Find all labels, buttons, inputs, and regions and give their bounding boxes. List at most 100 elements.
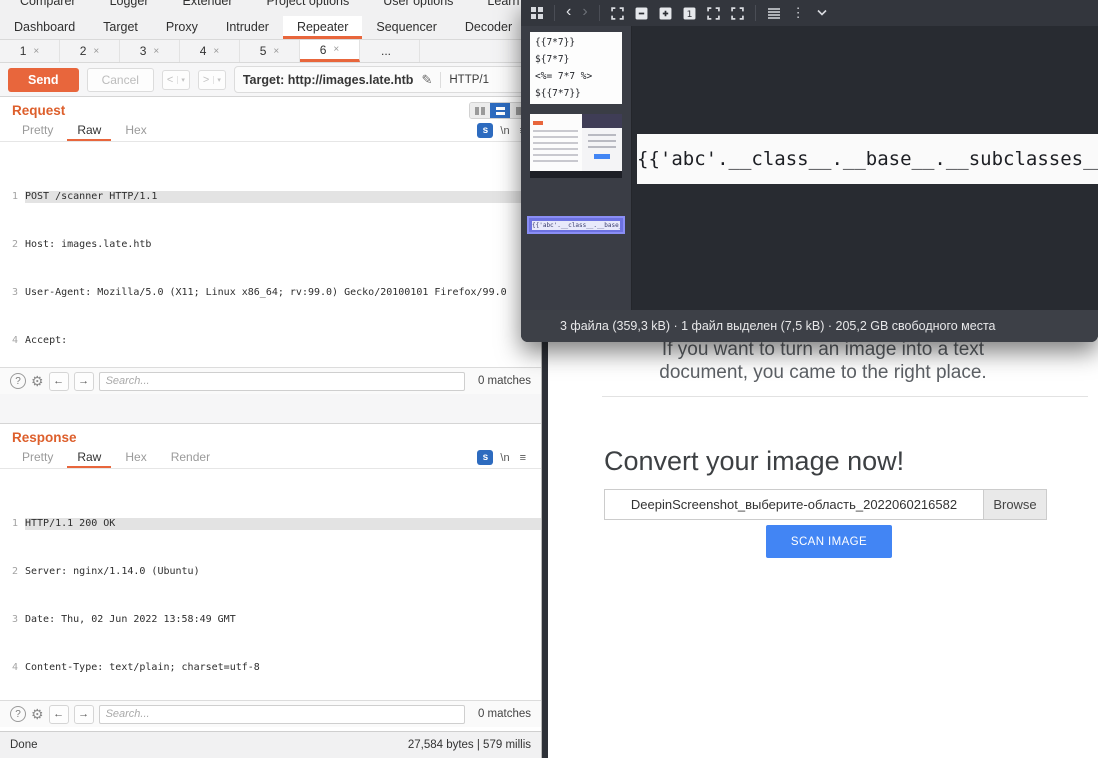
more-options-icon[interactable]: ⋮ bbox=[792, 5, 805, 21]
scan-image-button[interactable]: SCAN IMAGE bbox=[766, 525, 892, 558]
menu-icon[interactable]: ≡ bbox=[517, 452, 529, 464]
module-tab[interactable]: Sequencer bbox=[362, 16, 450, 39]
match-count: 0 matches bbox=[478, 375, 531, 387]
repeater-tab[interactable]: 6× bbox=[300, 40, 360, 62]
back-icon[interactable]: ‹ bbox=[566, 4, 571, 20]
repeater-tab[interactable]: 3× bbox=[120, 40, 180, 62]
module-tab[interactable]: Proxy bbox=[152, 16, 212, 39]
fit-window-icon[interactable] bbox=[707, 7, 720, 20]
file-count-status: 3 файла (359,3 kB) · 1 файл выделен (7,5… bbox=[560, 319, 996, 333]
response-editor[interactable]: 1HTTP/1.1 200 OK 2Server: nginx/1.14.0 (… bbox=[0, 469, 541, 700]
view-tab[interactable]: Pretty bbox=[12, 121, 63, 141]
beautify-icon[interactable]: s bbox=[477, 450, 493, 465]
help-icon[interactable]: ? bbox=[10, 706, 26, 722]
status-done: Done bbox=[10, 739, 38, 751]
burp-top-tab-row: Comparer Logger Extender Project options Use… bbox=[0, 0, 541, 16]
burp-top-tab[interactable]: User options bbox=[383, 0, 453, 10]
repeater-tab[interactable]: 1× bbox=[0, 40, 60, 62]
view-tab[interactable]: Hex bbox=[115, 121, 156, 141]
response-panel: Response PrettyRawHexRender s \n ≡ 1HTTP… bbox=[0, 423, 541, 731]
repeater-tab[interactable]: ... bbox=[360, 40, 420, 62]
code-line: 1HTTP/1.1 200 OK bbox=[0, 518, 541, 530]
forward-icon[interactable]: › bbox=[582, 4, 587, 20]
burp-top-tab[interactable]: Project options bbox=[267, 0, 350, 10]
close-icon[interactable]: × bbox=[93, 46, 99, 57]
fullscreen-icon[interactable] bbox=[611, 7, 624, 20]
burp-module-tab-row: DashboardTargetProxyIntruderRepeaterSequ… bbox=[0, 16, 541, 40]
module-tab[interactable]: Dashboard bbox=[0, 16, 89, 39]
thumbnail-selected-payload[interactable]: {{'abc'.__class__.__base__.__subclasses_… bbox=[527, 216, 625, 234]
request-panel: Request PrettyRawHex s \n ≡ 1POST /scann… bbox=[0, 96, 541, 393]
view-tab[interactable]: Hex bbox=[115, 448, 156, 468]
request-view-tabs: PrettyRawHex s \n ≡ bbox=[0, 120, 541, 142]
file-name-value[interactable]: DeepinScreenshot_выберите-область_202206… bbox=[605, 490, 983, 519]
zoom-100-icon[interactable]: 1 bbox=[683, 7, 696, 20]
code-line: 1POST /scanner HTTP/1.1 bbox=[0, 191, 541, 203]
thumbnail-screenshot[interactable] bbox=[530, 114, 622, 178]
repeater-tab[interactable]: 5× bbox=[240, 40, 300, 62]
burp-top-tab[interactable]: Learn bbox=[487, 0, 519, 10]
module-tab[interactable]: Decoder bbox=[451, 16, 526, 39]
send-button[interactable]: Send bbox=[8, 68, 79, 92]
search-next-button[interactable]: → bbox=[74, 705, 94, 724]
response-search-bar: ? ⚙ ← → 0 matches bbox=[0, 700, 541, 727]
close-icon[interactable]: × bbox=[333, 44, 339, 55]
gear-icon[interactable]: ⚙ bbox=[31, 707, 44, 721]
module-tab[interactable]: Intruder bbox=[212, 16, 283, 39]
burp-top-tab[interactable]: Comparer bbox=[20, 0, 76, 10]
close-icon[interactable]: × bbox=[213, 46, 219, 57]
burp-top-tab[interactable]: Logger bbox=[110, 0, 149, 10]
request-editor[interactable]: 1POST /scanner HTTP/1.1 2Host: images.la… bbox=[0, 142, 541, 367]
view-tab[interactable]: Raw bbox=[67, 121, 111, 141]
beautify-icon[interactable]: s bbox=[477, 123, 493, 138]
next-request-button[interactable]: >▾ bbox=[198, 70, 226, 90]
close-icon[interactable]: × bbox=[33, 46, 39, 57]
convert-heading: Convert your image now! bbox=[604, 446, 904, 477]
repeater-tab[interactable]: 2× bbox=[60, 40, 120, 62]
newline-toggle-icon[interactable]: \n bbox=[497, 452, 512, 464]
list-icon[interactable] bbox=[767, 7, 781, 19]
view-tab[interactable]: Render bbox=[161, 448, 220, 468]
browse-button[interactable]: Browse bbox=[983, 490, 1046, 519]
payload-image[interactable]: {{'abc'.__class__.__base__.__subclasses_… bbox=[637, 134, 1098, 184]
newline-toggle-icon[interactable]: \n bbox=[497, 125, 512, 137]
view-tab[interactable]: Pretty bbox=[12, 448, 63, 468]
thumbnail-ssti-payloads[interactable]: {{7*7}}${7*7}<%= 7*7 %>${{7*7}} bbox=[530, 32, 622, 104]
search-input[interactable] bbox=[99, 372, 465, 391]
layout-rows-button[interactable] bbox=[490, 103, 510, 118]
view-tab[interactable]: Raw bbox=[67, 448, 111, 468]
burp-top-tab[interactable]: Extender bbox=[183, 0, 233, 10]
chevron-down-icon[interactable]: ▾ bbox=[213, 76, 221, 84]
grid-icon[interactable] bbox=[531, 7, 543, 19]
burp-status-bar: Done 27,584 bytes | 579 millis bbox=[0, 731, 541, 758]
search-prev-button[interactable]: ← bbox=[49, 705, 69, 724]
svg-text:1: 1 bbox=[686, 8, 692, 19]
match-count: 0 matches bbox=[478, 708, 531, 720]
gear-icon[interactable]: ⚙ bbox=[31, 374, 44, 388]
close-icon[interactable]: × bbox=[153, 46, 159, 57]
file-upload-input[interactable]: DeepinScreenshot_выберите-область_202206… bbox=[604, 489, 1047, 520]
panel-splitter[interactable] bbox=[0, 393, 541, 423]
module-tab[interactable]: Repeater bbox=[283, 16, 362, 39]
search-next-button[interactable]: → bbox=[74, 372, 94, 391]
search-input[interactable] bbox=[99, 705, 465, 724]
repeater-tab[interactable]: 4× bbox=[180, 40, 240, 62]
edit-pencil-icon[interactable]: ✎ bbox=[421, 72, 432, 88]
prev-request-button[interactable]: <▾ bbox=[162, 70, 190, 90]
viewer-canvas: {{'abc'.__class__.__base__.__subclasses_… bbox=[632, 26, 1098, 310]
code-line: 3Date: Thu, 02 Jun 2022 13:58:49 GMT bbox=[0, 614, 541, 626]
chevron-down-icon[interactable]: ▾ bbox=[177, 76, 185, 84]
layout-columns-button[interactable] bbox=[470, 103, 490, 118]
target-bar: Target: http://images.late.htb ✎ HTTP/1 bbox=[234, 66, 533, 93]
repeater-tab-row: 1× 2× 3× 4× 5× 6× ... bbox=[0, 40, 541, 63]
help-icon[interactable]: ? bbox=[10, 373, 26, 389]
fit-best-icon[interactable] bbox=[731, 7, 744, 20]
zoom-in-icon[interactable] bbox=[659, 7, 672, 20]
http-version-label[interactable]: HTTP/1 bbox=[449, 74, 489, 86]
chevron-down-icon[interactable] bbox=[816, 9, 828, 17]
cancel-button[interactable]: Cancel bbox=[87, 68, 154, 92]
close-icon[interactable]: × bbox=[273, 46, 279, 57]
zoom-out-icon[interactable] bbox=[635, 7, 648, 20]
search-prev-button[interactable]: ← bbox=[49, 372, 69, 391]
module-tab[interactable]: Target bbox=[89, 16, 152, 39]
